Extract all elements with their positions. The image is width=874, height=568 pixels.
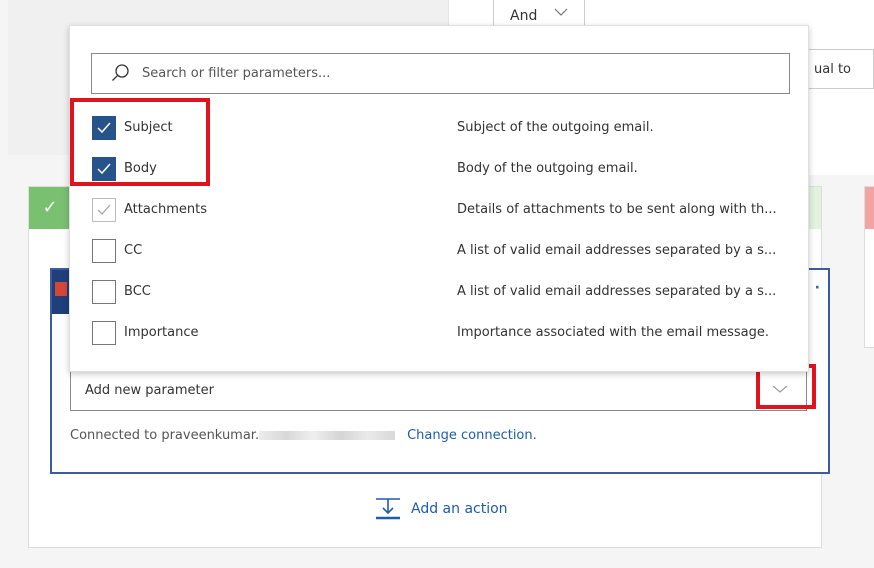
parameter-dropdown-popup: Subject Subject of the outgoing email. B… [69,25,809,372]
add-new-parameter-dropdown[interactable]: Add new parameter [70,370,807,411]
redacted-email [259,431,396,440]
parameter-description: Importance associated with the email mes… [457,325,770,340]
parameter-label: Importance [124,325,199,340]
add-action-icon [376,498,400,520]
comparison-operator-label: ual to [814,62,852,77]
parameter-description: Body of the outgoing email. [457,161,638,176]
parameter-label: BCC [124,284,151,299]
parameter-label: CC [124,243,143,258]
connected-to-text: Connected to praveenkumar. [70,428,260,443]
more-options-icon[interactable]: · [815,280,820,296]
parameter-description: A list of valid email addresses separate… [457,284,777,299]
checkmark-icon [97,204,111,215]
change-connection-link[interactable]: Change connection. [407,428,537,443]
parameter-description: Details of attachments to be sent along … [457,202,777,217]
gmail-icon [52,270,70,314]
comparison-operator-dropdown[interactable]: ual to [806,49,874,89]
add-new-parameter-label: Add new parameter [85,383,214,398]
checkbox-checked-disabled[interactable] [92,198,116,222]
parameter-option-attachments[interactable]: Attachments Details of attachments to be… [92,194,807,234]
checkbox-unchecked[interactable] [92,239,116,263]
search-icon [112,64,129,81]
parameter-option-cc[interactable]: CC A list of valid email addresses separ… [92,235,807,275]
connection-info: Connected to praveenkumar. Change connect… [70,428,537,443]
add-an-action-label: Add an action [411,501,508,517]
checkbox-unchecked[interactable] [92,321,116,345]
and-operator-label: And [510,8,538,24]
parameter-option-importance[interactable]: Importance Importance associated with th… [92,317,807,357]
add-an-action-button[interactable]: Add an action [373,497,508,521]
parameter-label: Attachments [124,202,207,217]
if-no-header[interactable] [865,187,874,229]
parameter-description: Subject of the outgoing email. [457,120,654,135]
search-box [91,53,790,94]
if-no-branch [864,186,874,348]
parameter-option-bcc[interactable]: BCC A list of valid email addresses sepa… [92,276,807,316]
highlight-selected-params-annotation [70,98,210,186]
checkbox-unchecked[interactable] [92,280,116,304]
parameter-description: A list of valid email addresses separate… [457,243,777,258]
search-input[interactable] [140,62,740,84]
checkmark-icon: ✓ [29,187,71,229]
chevron-down-icon [554,6,568,20]
